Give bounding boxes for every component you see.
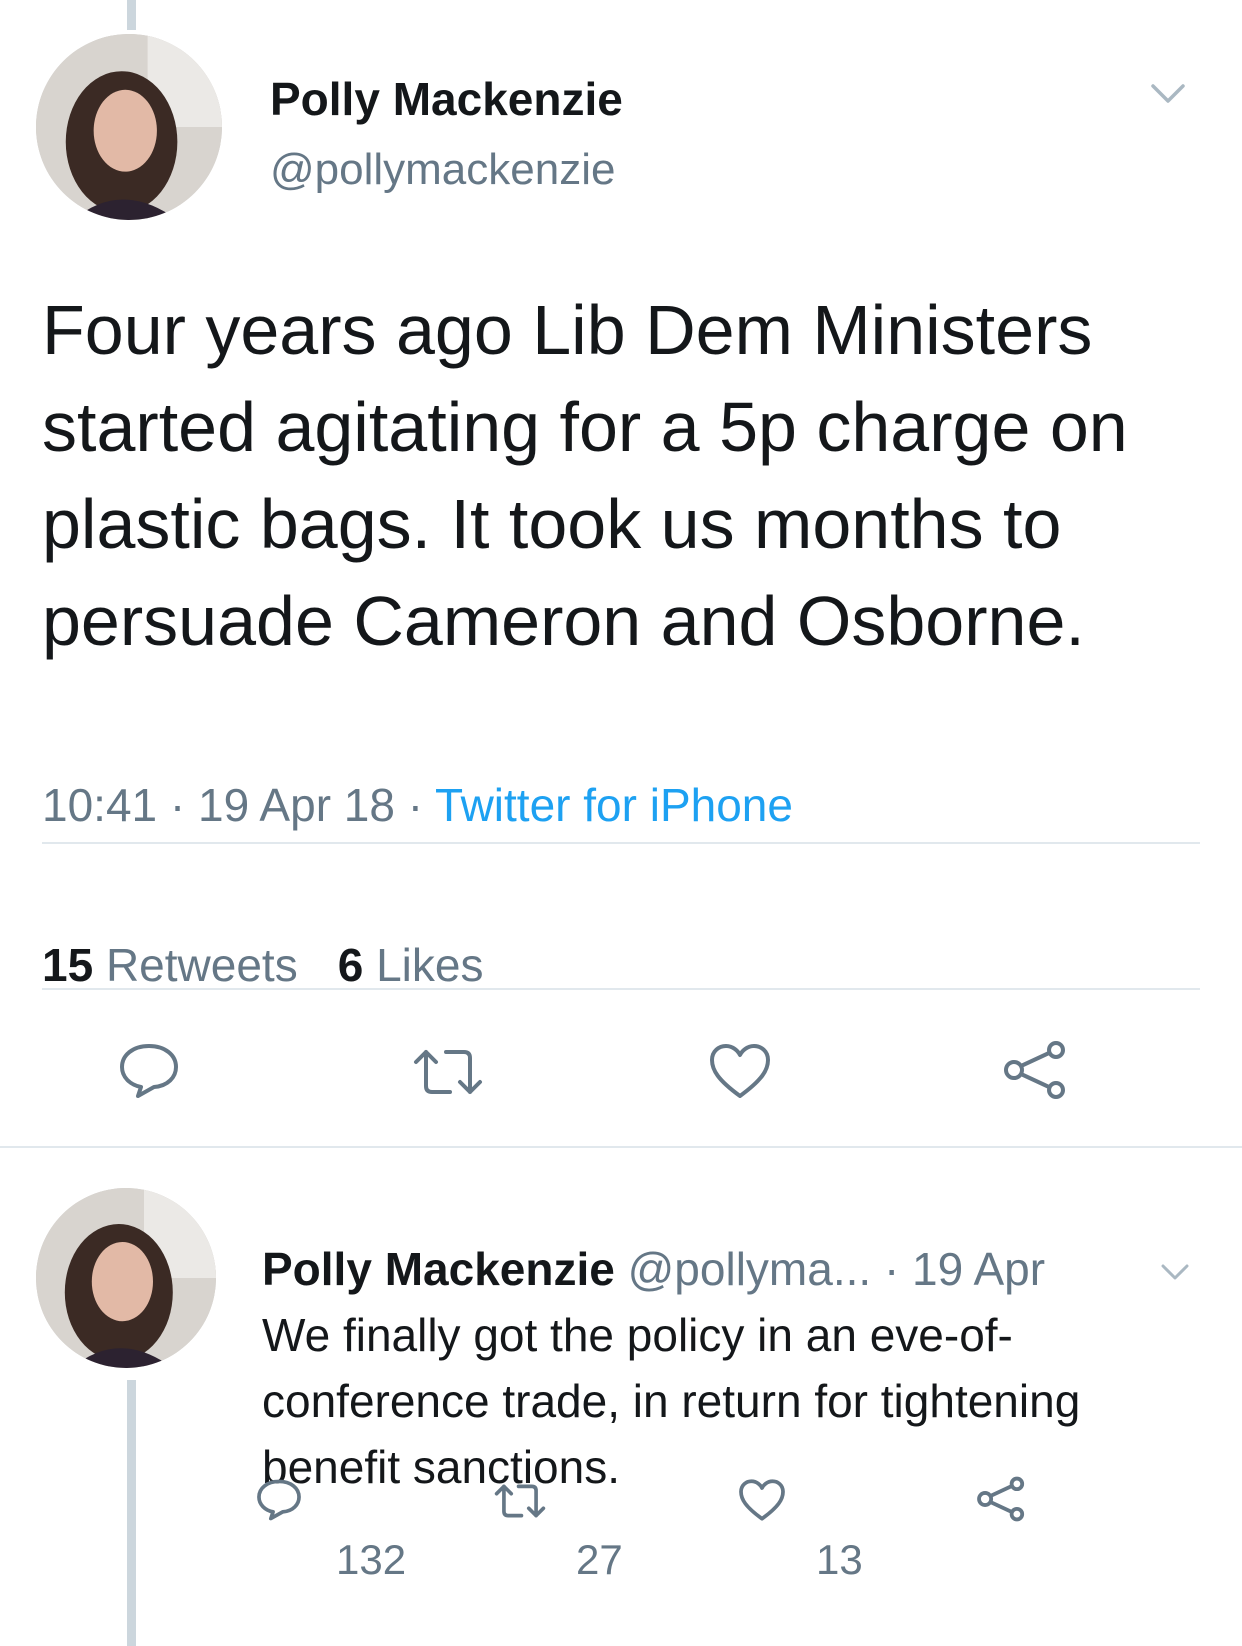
avatar[interactable]	[36, 1188, 216, 1368]
heart-icon	[710, 1044, 770, 1098]
heart-icon	[739, 1479, 785, 1521]
retweet-count: 27	[576, 1536, 623, 1583]
retweets-label: Retweets	[105, 939, 298, 991]
likes-label: Likes	[376, 939, 484, 991]
meta-dot: ·	[883, 1243, 913, 1295]
reply-icon	[257, 1479, 301, 1521]
thread-line-top	[127, 0, 136, 30]
reply-count: 132	[336, 1536, 407, 1583]
like-count: 13	[816, 1536, 863, 1583]
meta-dot: ·	[169, 779, 199, 831]
share-icon	[1004, 1041, 1065, 1099]
reply-button[interactable]	[118, 1042, 180, 1100]
likes-stat[interactable]: 6 Likes	[338, 939, 484, 991]
reply-date[interactable]: 19 Apr	[912, 1243, 1045, 1295]
retweets-count: 15	[42, 939, 94, 991]
retweet-button[interactable]	[492, 1482, 548, 1520]
likes-count: 6	[337, 939, 364, 991]
share-button[interactable]	[1002, 1040, 1068, 1100]
tweet-text: Four years ago Lib Dem Ministers started…	[42, 291, 1128, 660]
chevron-down-icon[interactable]	[1160, 1262, 1190, 1282]
reply-author-name[interactable]: Polly Mackenzie	[262, 1243, 615, 1295]
reply-button[interactable]	[256, 1478, 302, 1522]
avatar[interactable]	[36, 34, 222, 220]
meta-dot: ·	[407, 779, 436, 831]
author-handle[interactable]: @pollymackenzie	[270, 145, 615, 195]
share-button[interactable]	[976, 1476, 1026, 1522]
thread-line-bottom	[127, 1380, 136, 1646]
section-divider	[0, 1146, 1242, 1148]
tweet-date: 19 Apr 18	[198, 779, 395, 831]
reply-text: We finally got the policy in an eve-of-c…	[262, 1309, 1081, 1493]
reply-header: Polly Mackenzie @pollyma... · 19 Apr	[262, 1242, 1045, 1296]
retweets-stat[interactable]: 15 Retweets	[42, 939, 298, 991]
tweet-stats: 15 Retweets 6 Likes	[42, 938, 483, 992]
tweet-source-link[interactable]: Twitter for iPhone	[435, 779, 793, 831]
divider	[42, 988, 1200, 990]
divider	[42, 842, 1200, 844]
retweet-icon	[494, 1484, 546, 1518]
avatar-photo	[36, 34, 222, 220]
like-button[interactable]	[738, 1478, 786, 1522]
tweet-meta: 10:41 · 19 Apr 18 · Twitter for iPhone	[42, 778, 793, 832]
avatar-photo	[36, 1188, 216, 1368]
author-name[interactable]: Polly Mackenzie	[270, 72, 623, 126]
retweet-icon	[414, 1050, 482, 1094]
retweet-button[interactable]	[410, 1046, 486, 1098]
chevron-down-icon[interactable]	[1150, 82, 1186, 106]
like-button[interactable]	[708, 1042, 772, 1100]
share-icon	[977, 1476, 1025, 1522]
tweet-time: 10:41	[42, 779, 158, 831]
reply-author-handle[interactable]: @pollyma...	[628, 1243, 872, 1295]
reply-icon	[120, 1044, 178, 1098]
